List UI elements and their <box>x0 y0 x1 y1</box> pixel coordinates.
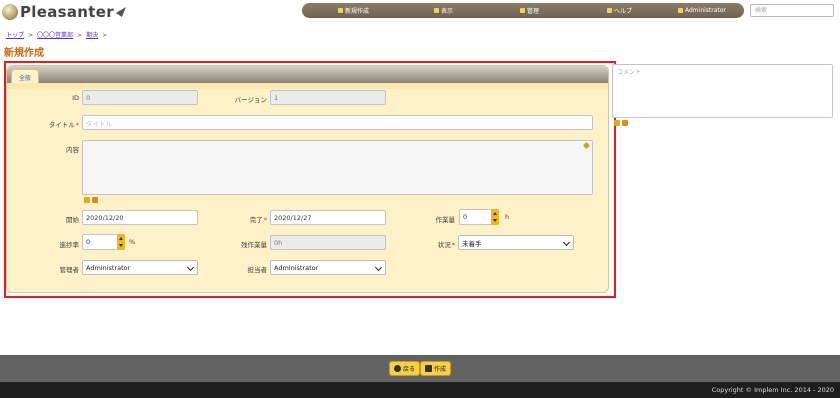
search-input[interactable] <box>750 4 834 17</box>
back-button[interactable]: 戻る <box>389 361 421 376</box>
breadcrumb: トップ > 〇〇〇営業部 > 期決 > <box>6 30 111 39</box>
app-logo[interactable]: Pleasanter <box>2 2 126 22</box>
nav-help[interactable]: ヘルプ <box>607 3 632 18</box>
nav-view-label: 表示 <box>441 8 454 15</box>
page-title: 新規作成 <box>4 48 44 59</box>
highlight-frame <box>4 61 616 298</box>
nav-user-label: Administrator <box>685 7 726 14</box>
nav-user[interactable]: Administrator <box>678 3 726 18</box>
breadcrumb-separator: > <box>102 32 108 39</box>
nav-new[interactable]: 新規作成 <box>338 3 369 18</box>
logo-text: Pleasanter <box>20 3 114 21</box>
save-icon <box>425 365 432 372</box>
nav-manage[interactable]: 管理 <box>520 3 539 18</box>
breadcrumb-top[interactable]: トップ <box>6 32 24 39</box>
plus-icon <box>434 8 439 13</box>
breadcrumb-site[interactable]: 期決 <box>86 32 98 39</box>
create-button-label: 作成 <box>434 366 447 373</box>
breadcrumb-separator: > <box>28 32 34 39</box>
back-arrow-icon <box>394 365 401 372</box>
main-nav: 新規作成 表示 管理 ヘルプ Administrator <box>302 3 744 18</box>
nav-manage-label: 管理 <box>527 8 540 15</box>
logo-mark-icon <box>2 4 18 20</box>
back-button-label: 戻る <box>403 366 416 373</box>
create-button[interactable]: 作成 <box>420 361 452 376</box>
attach-icon[interactable] <box>622 120 628 126</box>
nav-view[interactable]: 表示 <box>434 3 453 18</box>
plus-icon <box>338 8 343 13</box>
breadcrumb-separator: > <box>77 32 83 39</box>
breadcrumb-dept[interactable]: 〇〇〇営業部 <box>37 32 73 39</box>
help-icon <box>607 8 612 13</box>
copyright-text: Copyright © Implem Inc. 2014 - 2020 <box>711 386 834 394</box>
gear-icon <box>520 8 525 13</box>
image-icon[interactable] <box>614 120 620 126</box>
comment-textarea[interactable]: コメント <box>612 64 833 118</box>
copyright-bar: Copyright © Implem Inc. 2014 - 2020 <box>0 382 840 398</box>
nav-new-label: 新規作成 <box>345 8 370 15</box>
nav-help-label: ヘルプ <box>614 8 633 15</box>
logo-arrow-icon <box>115 7 126 17</box>
user-icon <box>678 8 683 13</box>
comment-tools <box>614 120 628 126</box>
